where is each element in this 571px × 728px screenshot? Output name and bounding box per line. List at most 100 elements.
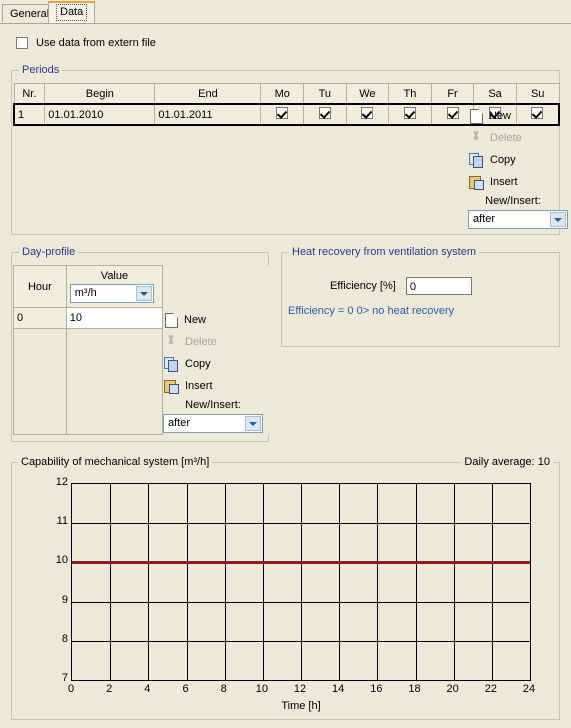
periods-legend: Periods: [19, 64, 63, 76]
day-mo-checkbox[interactable]: [276, 107, 289, 119]
dayprofile-new-insert-label: New/Insert:: [185, 399, 241, 411]
chart-x-tick-label: 10: [255, 683, 268, 695]
chart-gridline-horizontal: [72, 640, 530, 642]
chart-x-tick-label: 4: [144, 683, 151, 695]
chart-gridline-vertical: [491, 484, 493, 680]
dayprofile-delete-label: Delete: [185, 336, 217, 348]
periods-col-su: Su: [515, 83, 560, 105]
dayprofile-unit-select[interactable]: m³/h: [69, 284, 154, 303]
dayprofile-insert-label: Insert: [185, 380, 213, 392]
efficiency-input[interactable]: 0: [405, 277, 472, 295]
chart-x-tick-label: 20: [446, 683, 459, 695]
dayprofile-header-row: Hour Value m³/h: [13, 265, 269, 308]
periods-insert-button[interactable]: Insert: [468, 171, 558, 193]
chart-plot-wrapper: 7 8 9 10 11 12 0 2 4 6 8 10 12 14 16 18 20 22 24 Time [h]: [13, 471, 559, 719]
dayprofile-group: Day-profile Hour Value m³/h 0 10 New Del…: [11, 246, 269, 442]
chart-gridline-vertical: [415, 484, 417, 680]
dayprofile-new-label: New: [184, 314, 207, 326]
new-page-icon: [165, 312, 178, 328]
dayprofile-col-hour: Hour: [13, 265, 67, 308]
chevron-down-icon[interactable]: [245, 416, 261, 431]
periods-col-th: Th: [388, 83, 432, 105]
chart-daily-average: Daily average: 10: [461, 456, 553, 468]
clipboard-insert-icon: [163, 378, 179, 394]
dayprofile-value-cell[interactable]: 10: [65, 307, 164, 329]
periods-copy-label: Copy: [490, 154, 516, 166]
tab-general-label: General: [10, 8, 50, 20]
period-day-we-cell[interactable]: [345, 103, 390, 126]
dayprofile-empty-value: [65, 328, 164, 435]
dayprofile-new-insert-select[interactable]: after: [163, 414, 263, 433]
periods-new-label: New: [489, 110, 512, 122]
chart-x-tick-label: 8: [220, 683, 227, 695]
period-end-cell[interactable]: 01.01.2011: [154, 103, 262, 126]
dayprofile-unit-value: m³/h: [74, 287, 97, 299]
chart-x-tick-label: 6: [182, 683, 189, 695]
chart-x-tick-label: 14: [332, 683, 345, 695]
tab-separator: [0, 23, 571, 24]
periods-col-end: End: [154, 83, 262, 105]
copy-icon: [163, 356, 179, 372]
chevron-down-icon[interactable]: [550, 212, 566, 227]
periods-delete-button[interactable]: Delete: [468, 127, 558, 149]
periods-insert-label: Insert: [490, 176, 518, 188]
periods-copy-button[interactable]: Copy: [468, 149, 558, 171]
scissors-icon: [163, 334, 179, 350]
efficiency-label: Efficiency [%]: [330, 280, 396, 292]
efficiency-row: Efficiency [%] 0: [330, 277, 472, 295]
chart-y-tick-label: 11: [56, 515, 68, 528]
dayprofile-new-insert-value: after: [168, 417, 191, 429]
dayprofile-action-list: New Delete Copy Insert New/Insert: after: [163, 309, 263, 433]
chart-gridline-vertical: [224, 484, 226, 680]
period-nr-cell[interactable]: 1: [13, 103, 46, 126]
day-we-checkbox[interactable]: [361, 107, 374, 119]
dayprofile-value-label: Value: [100, 270, 129, 282]
dayprofile-header-filler: [162, 265, 269, 308]
periods-action-list: New Delete Copy Insert New/Insert: after: [468, 105, 568, 229]
chart-gridline-vertical: [110, 484, 112, 680]
chart-x-axis-label: Time [h]: [281, 700, 321, 712]
dayprofile-new-button[interactable]: New: [163, 309, 263, 331]
chart-gridline-vertical: [148, 484, 150, 680]
chart-gridline-horizontal: [72, 601, 530, 603]
chart-x-tick-label: 18: [408, 683, 421, 695]
chart-plot-area: [71, 483, 531, 681]
day-fr-checkbox[interactable]: [446, 107, 459, 119]
dayprofile-delete-button[interactable]: Delete: [163, 331, 263, 353]
chart-series-line: [72, 561, 530, 565]
use-extern-file-row[interactable]: Use data from extern file: [16, 35, 156, 51]
chevron-down-icon[interactable]: [135, 286, 152, 301]
chart-y-tick-label: 7: [61, 672, 68, 684]
dayprofile-copy-button[interactable]: Copy: [163, 353, 263, 375]
chart-x-tick-label: 16: [370, 683, 383, 695]
use-extern-file-checkbox[interactable]: [16, 37, 28, 49]
periods-col-sa: Sa: [473, 83, 517, 105]
day-tu-checkbox[interactable]: [318, 107, 331, 119]
chart-title: Capability of mechanical system [m³/h]: [18, 456, 213, 468]
chart-x-axis: 0 2 4 6 8 10 12 14 16 18 20 22 24: [67, 683, 535, 699]
tab-data[interactable]: Data: [48, 1, 96, 23]
chart-gridline-vertical: [339, 484, 341, 680]
day-th-checkbox[interactable]: [403, 107, 416, 119]
period-begin-cell[interactable]: 01.01.2010: [44, 103, 156, 126]
new-page-icon: [470, 108, 483, 124]
periods-new-button[interactable]: New: [468, 105, 558, 127]
dayprofile-hour-cell[interactable]: 0: [13, 307, 67, 329]
periods-col-tu: Tu: [303, 83, 347, 105]
dayprofile-insert-button[interactable]: Insert: [163, 375, 263, 397]
chart-y-tick-label: 10: [55, 554, 68, 567]
chart-x-tick-label: 0: [67, 683, 75, 695]
periods-col-nr: Nr.: [13, 83, 46, 105]
copy-icon: [468, 152, 484, 168]
periods-delete-label: Delete: [490, 132, 522, 144]
period-day-mo-cell[interactable]: [260, 103, 305, 126]
periods-new-insert-select[interactable]: after: [468, 210, 568, 229]
scissors-icon: [468, 130, 484, 146]
periods-group: Periods Nr. Begin End Mo Tu We Th Fr Sa …: [11, 64, 568, 235]
period-day-tu-cell[interactable]: [303, 103, 347, 126]
periods-new-insert-label: New/Insert:: [485, 195, 541, 207]
chart-x-tick-label: 22: [484, 683, 497, 695]
tab-strip: General Data: [0, 0, 571, 24]
periods-new-insert-value: after: [473, 213, 496, 225]
period-day-th-cell[interactable]: [388, 103, 432, 126]
